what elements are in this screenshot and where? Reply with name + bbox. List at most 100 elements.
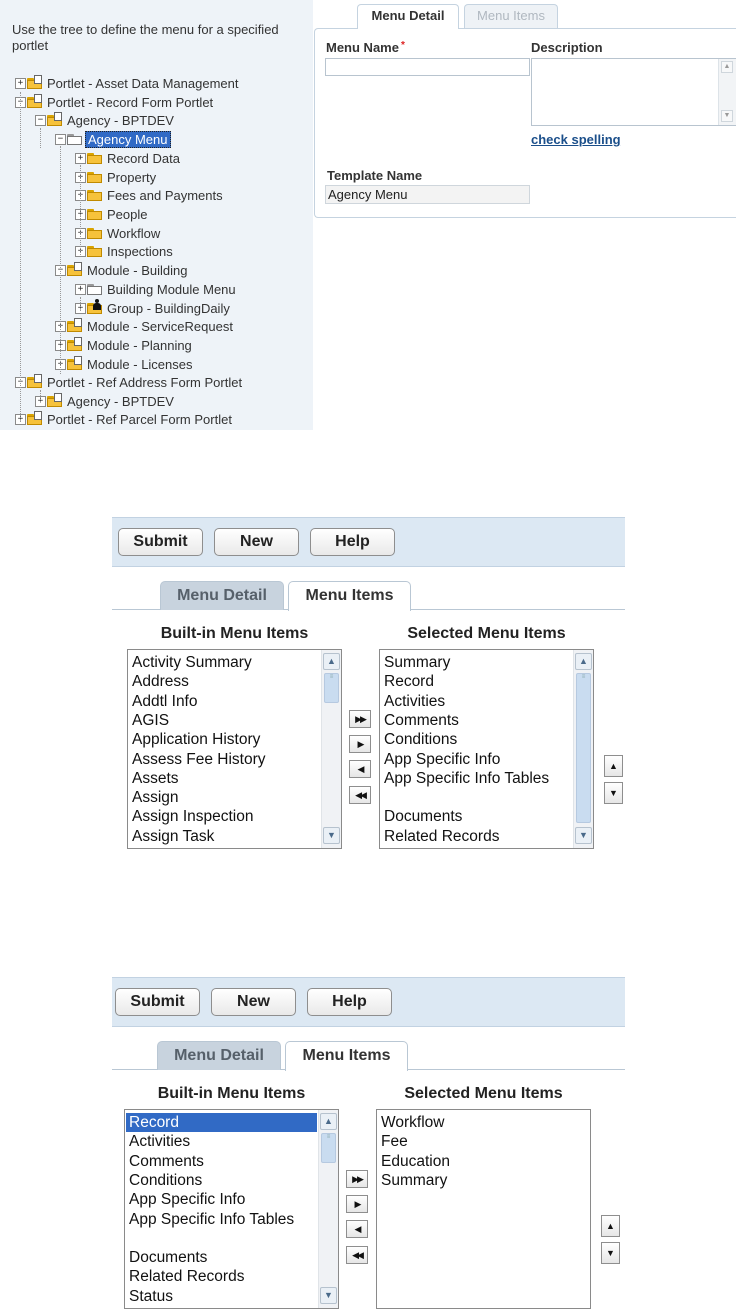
list-option[interactable]: Documents — [129, 1248, 207, 1267]
list-option[interactable]: Activities — [129, 1132, 190, 1151]
tree-node-menu[interactable]: + Building Module Menu — [75, 280, 238, 299]
tree-node-label[interactable]: Portlet - Ref Parcel Form Portlet — [45, 412, 234, 427]
tree-node-label[interactable]: Portlet - Asset Data Management — [45, 76, 240, 91]
template-name-input[interactable]: Agency Menu — [325, 185, 530, 204]
expand-toggle-icon[interactable]: + — [15, 78, 26, 89]
add-button[interactable]: ▶ — [349, 735, 371, 753]
check-spelling-link[interactable]: check spelling — [531, 132, 621, 147]
list-option[interactable]: AGIS — [132, 711, 169, 730]
remove-button[interactable]: ◀ — [346, 1220, 368, 1238]
description-scrollbar[interactable]: ▲ ▼ — [718, 59, 736, 125]
tree-node-submenu[interactable]: + Inspections — [75, 242, 175, 261]
description-textarea[interactable] — [531, 58, 736, 126]
tree-node-portlet[interactable]: − Portlet - Record Form Portlet — [15, 93, 215, 112]
scroll-up-icon[interactable]: ▲ — [323, 653, 340, 670]
scroll-up-icon[interactable]: ▲ — [721, 61, 733, 73]
list-option[interactable]: Education — [381, 1152, 450, 1171]
remove-button[interactable]: ◀ — [349, 760, 371, 778]
tree-node-label[interactable]: Module - ServiceRequest — [85, 319, 235, 334]
tree-node-label[interactable]: Module - Planning — [85, 338, 194, 353]
scroll-thumb[interactable]: ≡ — [576, 673, 591, 823]
list-option[interactable]: Status — [129, 1287, 173, 1306]
list-option[interactable]: Assess Fee History — [132, 750, 266, 769]
tree-node-submenu[interactable]: + Fees and Payments — [75, 186, 225, 205]
list-option[interactable]: Conditions — [384, 730, 457, 749]
submit-button[interactable]: Submit — [118, 528, 203, 556]
tree-node-label[interactable]: Workflow — [105, 226, 162, 241]
list-option[interactable]: Activities — [384, 692, 445, 711]
tree-node-portlet[interactable]: + Portlet - Ref Parcel Form Portlet — [15, 410, 234, 429]
tree-node-label[interactable]: Agency - BPTDEV — [65, 113, 176, 128]
list-option[interactable]: Comments — [384, 711, 459, 730]
list-option[interactable]: Documents — [384, 807, 462, 826]
tree-node-label[interactable]: Portlet - Record Form Portlet — [45, 95, 215, 110]
move-down-button[interactable]: ▼ — [601, 1242, 620, 1264]
tree-node-agency[interactable]: − Agency - BPTDEV — [35, 111, 176, 130]
selected-menu-items-list[interactable]: Workflow Fee Education Summary — [376, 1109, 591, 1309]
tree-node-submenu[interactable]: + Record Data — [75, 149, 182, 168]
scroll-down-icon[interactable]: ▼ — [575, 827, 592, 844]
list-scrollbar[interactable]: ▲ ≡ ▼ — [318, 1110, 338, 1308]
tree-node-label[interactable]: Module - Licenses — [85, 357, 195, 372]
new-button[interactable]: New — [214, 528, 299, 556]
scroll-down-icon[interactable]: ▼ — [721, 110, 733, 122]
tab-menu-items[interactable]: Menu Items — [285, 1041, 408, 1071]
list-option[interactable]: Comments — [129, 1152, 204, 1171]
list-option[interactable]: Activity Summary — [132, 653, 252, 672]
list-option[interactable]: Summary — [384, 653, 450, 672]
list-option[interactable]: Address — [132, 672, 189, 691]
tree-node-label[interactable]: Inspections — [105, 244, 175, 259]
add-all-button[interactable]: ▶▶ — [349, 710, 371, 728]
tree-node-label[interactable]: Agency - BPTDEV — [65, 394, 176, 409]
list-option[interactable]: Assign Task — [132, 827, 214, 846]
list-option[interactable]: Workflow — [381, 1113, 444, 1132]
tree-node-label[interactable]: Group - BuildingDaily — [105, 301, 232, 316]
expand-toggle-icon[interactable]: + — [75, 284, 86, 295]
move-down-button[interactable]: ▼ — [604, 782, 623, 804]
expand-toggle-icon[interactable]: + — [75, 153, 86, 164]
tree-node-group[interactable]: + Group - BuildingDaily — [75, 299, 232, 318]
selected-menu-items-list[interactable]: Summary Record Activities Comments Condition… — [379, 649, 594, 849]
expand-toggle-icon[interactable]: − — [35, 115, 46, 126]
tab-menu-detail[interactable]: Menu Detail — [160, 581, 284, 610]
list-option[interactable]: Assign Inspection — [132, 807, 254, 826]
scroll-up-icon[interactable]: ▲ — [320, 1113, 337, 1130]
tree-node-portlet[interactable]: + Portlet - Asset Data Management — [15, 74, 240, 93]
list-scrollbar[interactable]: ▲ ≡ ▼ — [573, 650, 593, 848]
tree-node-label[interactable]: Property — [105, 170, 158, 185]
tree-node-label[interactable]: Module - Building — [85, 263, 189, 278]
list-option[interactable]: App Specific Info — [129, 1190, 245, 1209]
help-button[interactable]: Help — [307, 988, 392, 1016]
list-scrollbar[interactable]: ▲ ≡ ▼ — [321, 650, 341, 848]
remove-all-button[interactable]: ◀◀ — [349, 786, 371, 804]
tree-node-module[interactable]: − Module - Building — [55, 261, 189, 280]
scroll-up-icon[interactable]: ▲ — [575, 653, 592, 670]
move-up-button[interactable]: ▲ — [601, 1215, 620, 1237]
tab-menu-items[interactable]: Menu Items — [288, 581, 411, 611]
scroll-thumb[interactable]: ≡ — [324, 673, 339, 703]
list-option[interactable]: Conditions — [129, 1171, 202, 1190]
tab-menu-detail[interactable]: Menu Detail — [357, 4, 459, 29]
tab-menu-items[interactable]: Menu Items — [464, 4, 558, 28]
list-option[interactable]: Application History — [132, 730, 260, 749]
tree-node-module[interactable]: + Module - Licenses — [55, 355, 195, 374]
tree-node-label[interactable]: Record Data — [105, 151, 182, 166]
scroll-thumb[interactable]: ≡ — [321, 1133, 336, 1163]
add-all-button[interactable]: ▶▶ — [346, 1170, 368, 1188]
list-option[interactable]: App Specific Info Tables — [384, 769, 549, 788]
add-button[interactable]: ▶ — [346, 1195, 368, 1213]
scroll-down-icon[interactable]: ▼ — [323, 827, 340, 844]
tree-node-label[interactable]: Building Module Menu — [105, 282, 238, 297]
builtin-menu-items-list[interactable]: Record Activities Comments Conditions App Sp… — [124, 1109, 339, 1309]
tree-node-module[interactable]: + Module - ServiceRequest — [55, 317, 235, 336]
tree-node-module[interactable]: + Module - Planning — [55, 336, 194, 355]
list-option[interactable]: Record — [384, 672, 434, 691]
list-option[interactable]: Related Records — [129, 1267, 244, 1286]
list-option[interactable]: Fee — [381, 1132, 408, 1151]
list-option[interactable]: Summary — [381, 1171, 447, 1190]
expand-toggle-icon[interactable]: − — [55, 134, 66, 145]
help-button[interactable]: Help — [310, 528, 395, 556]
list-option[interactable]: Record — [126, 1113, 317, 1132]
tree-node-label[interactable]: Agency Menu — [85, 131, 171, 148]
tree-node-submenu[interactable]: + People — [75, 205, 149, 224]
